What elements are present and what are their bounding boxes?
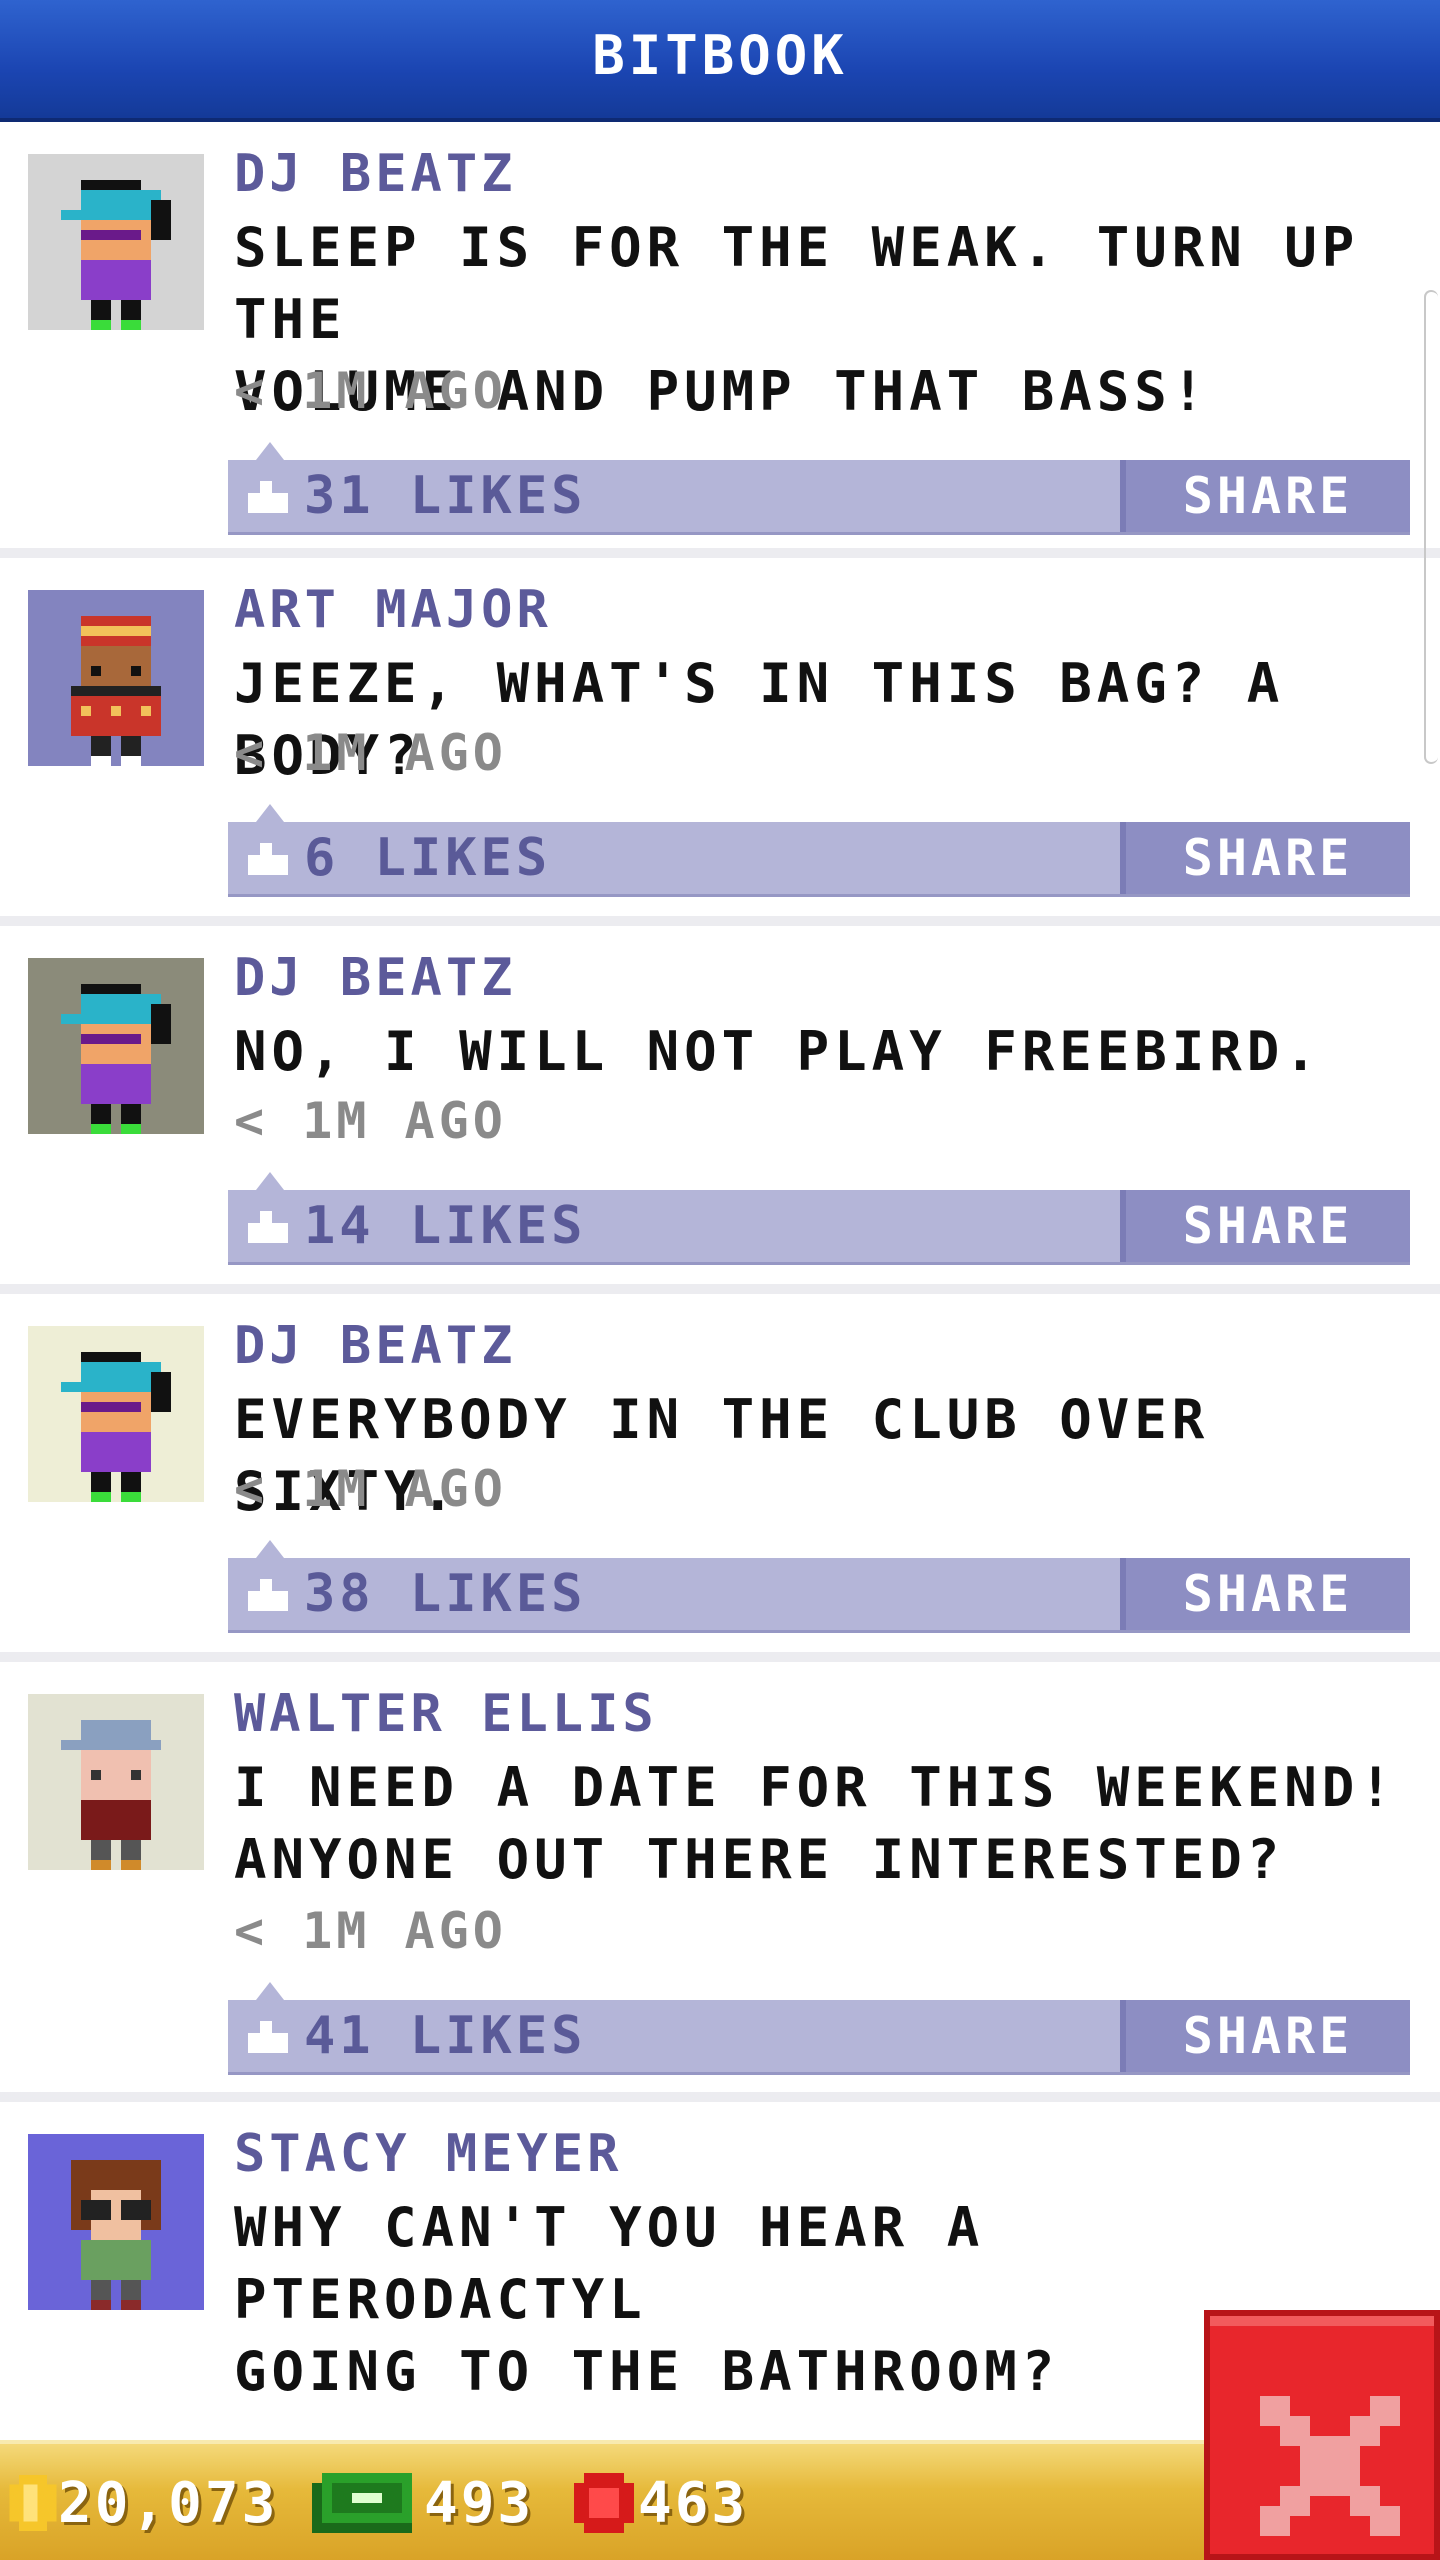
like-bar-notch [256, 1982, 284, 2000]
post-divider [0, 916, 1440, 926]
token-icon [574, 2473, 634, 2533]
thumbs-up-icon [248, 481, 288, 513]
post-author[interactable]: DJ BEATZ [234, 1316, 516, 1376]
like-count[interactable]: 14 LIKES [304, 1196, 586, 1256]
coins-stat[interactable]: 20,073 [8, 2468, 278, 2538]
like-count[interactable]: 31 LIKES [304, 466, 586, 526]
tokens-stat[interactable]: 463 [574, 2468, 748, 2538]
share-button[interactable]: SHARE [1120, 822, 1410, 894]
post-message: I NEED A DATE FOR THIS WEEKEND! ANYONE O… [234, 1756, 1397, 1891]
like-bar-notch [256, 1540, 284, 1558]
coins-count: 20,073 [58, 2470, 279, 2536]
post-author[interactable]: DJ BEATZ [234, 144, 516, 204]
scrollbar[interactable] [1424, 290, 1438, 764]
share-button[interactable]: SHARE [1120, 1558, 1410, 1630]
thumbs-up-icon [248, 1579, 288, 1611]
art-major-avatar-icon[interactable] [28, 590, 204, 766]
coin-icon [9, 2475, 57, 2531]
like-bar: 38 LIKES SHARE [228, 1540, 1410, 1633]
close-button[interactable] [1204, 2310, 1440, 2560]
bux-stat[interactable]: 493 [312, 2468, 534, 2538]
like-count[interactable]: 41 LIKES [304, 2006, 586, 2066]
like-bar-notch [256, 442, 284, 460]
post-item: DJ BEATZ NO, I WILL NOT PLAY FREEBIRD. <… [0, 926, 1440, 1284]
post-author[interactable]: ART MAJOR [234, 580, 552, 640]
like-count[interactable]: 6 LIKES [304, 828, 551, 888]
like-bar: 31 LIKES SHARE [228, 442, 1410, 535]
post-divider [0, 548, 1440, 558]
post-timestamp: < 1M AGO [234, 1092, 507, 1150]
close-icon [1260, 2396, 1400, 2536]
post-feed[interactable]: DJ BEATZ SLEEP IS FOR THE WEAK. TURN UP … [0, 122, 1440, 2440]
like-bar: 41 LIKES SHARE [228, 1982, 1410, 2075]
post-item: DJ BEATZ SLEEP IS FOR THE WEAK. TURN UP … [0, 122, 1440, 548]
thumbs-up-icon [248, 843, 288, 875]
dj-avatar-icon[interactable] [28, 154, 204, 330]
post-divider [0, 2092, 1440, 2102]
post-item: ART MAJOR JEEZE, WHAT'S IN THIS BAG? A B… [0, 558, 1440, 916]
post-timestamp: < 1M AGO [234, 1902, 507, 1960]
thumbs-up-icon [248, 2021, 288, 2053]
tokens-count: 463 [638, 2470, 749, 2536]
post-author[interactable]: WALTER ELLIS [234, 1684, 658, 1744]
post-timestamp: < 1M AGO [234, 1460, 507, 1518]
share-button[interactable]: SHARE [1120, 460, 1410, 532]
post-item: DJ BEATZ EVERYBODY IN THE CLUB OVER SIXT… [0, 1294, 1440, 1652]
post-divider [0, 1284, 1440, 1294]
like-bar: 14 LIKES SHARE [228, 1172, 1410, 1265]
thumbs-up-icon [248, 1211, 288, 1243]
post-author[interactable]: DJ BEATZ [234, 948, 516, 1008]
post-message: NO, I WILL NOT PLAY FREEBIRD. [234, 1020, 1322, 1083]
stacy-avatar-icon[interactable] [28, 2134, 204, 2310]
like-count[interactable]: 38 LIKES [304, 1564, 586, 1624]
like-bar-notch [256, 804, 284, 822]
dj-avatar-icon[interactable] [28, 958, 204, 1134]
walter-avatar-icon[interactable] [28, 1694, 204, 1870]
post-timestamp: < 1M AGO [234, 362, 507, 420]
like-bar-notch [256, 1172, 284, 1190]
share-button[interactable]: SHARE [1120, 1190, 1410, 1262]
app-header: BITBOOK [0, 0, 1440, 122]
post-item: WALTER ELLIS I NEED A DATE FOR THIS WEEK… [0, 1662, 1440, 2092]
bux-count: 493 [424, 2470, 535, 2536]
post-divider [0, 1652, 1440, 1662]
dj-avatar-icon[interactable] [28, 1326, 204, 1502]
post-timestamp: < 1M AGO [234, 724, 507, 782]
share-button[interactable]: SHARE [1120, 2000, 1410, 2072]
post-author[interactable]: STACY MEYER [234, 2124, 622, 2184]
bux-icon [312, 2473, 412, 2533]
page-title: BITBOOK [592, 24, 848, 87]
like-bar: 6 LIKES SHARE [228, 804, 1410, 897]
